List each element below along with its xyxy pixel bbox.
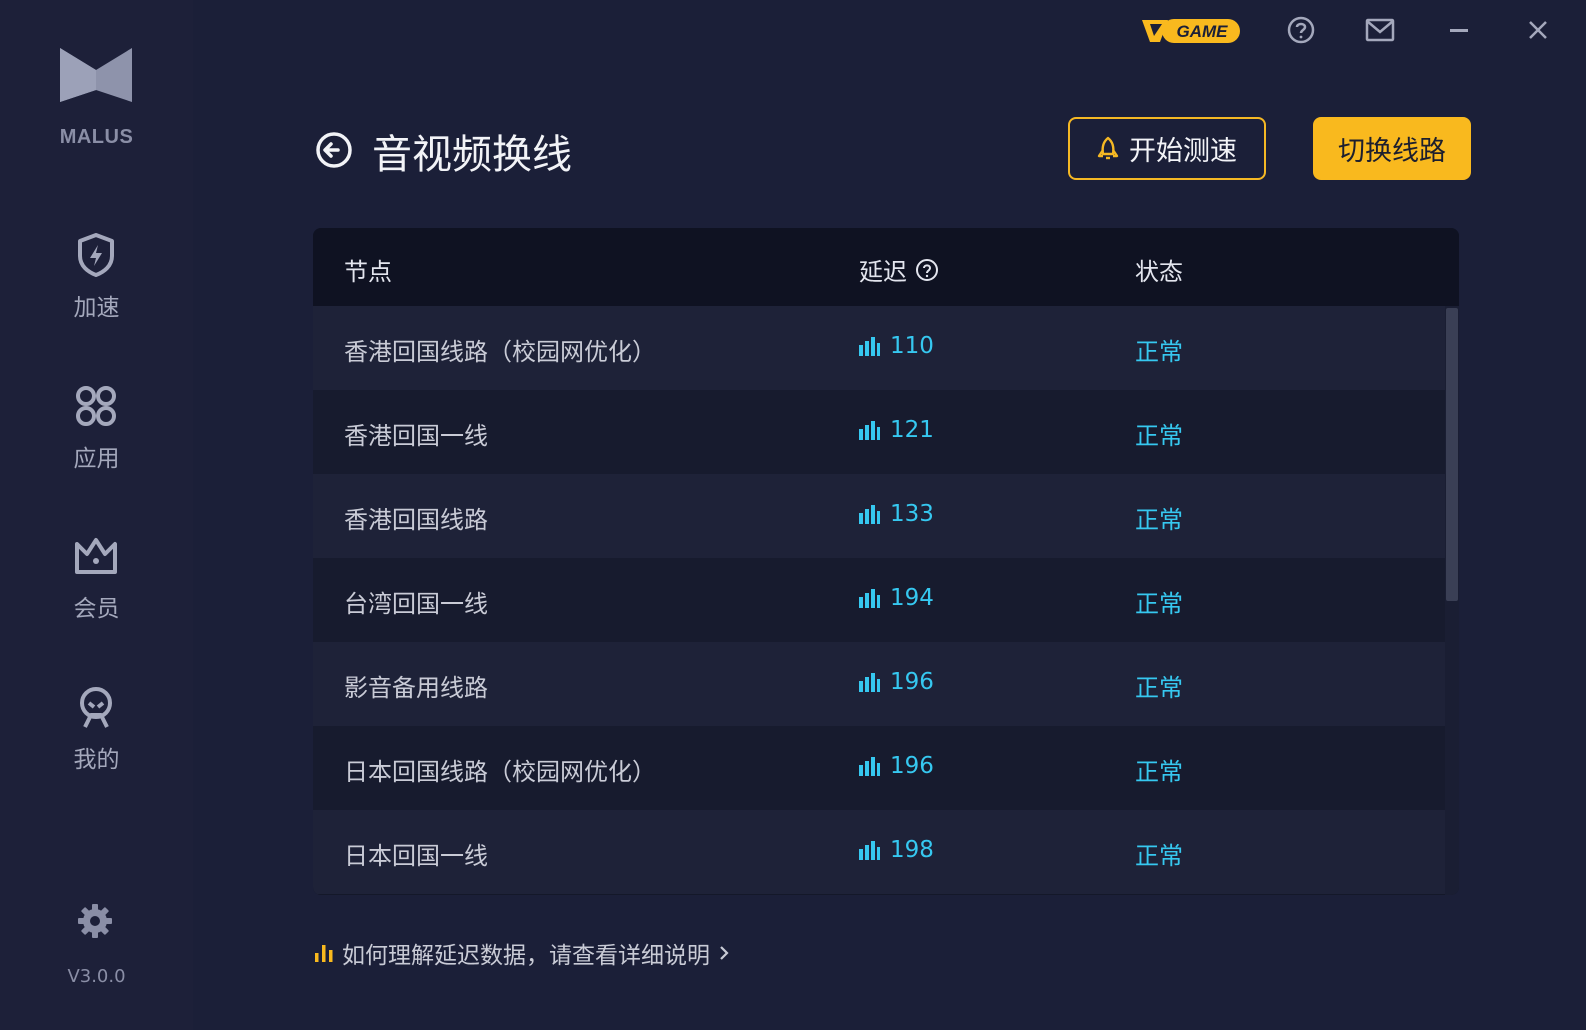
start-speed-test-label: 开始测速: [1129, 136, 1237, 167]
app-version: V3.0.0: [67, 966, 126, 987]
status-badge: 正常: [1135, 842, 1183, 870]
column-header-status: 状态: [1135, 258, 1183, 286]
latency-cell: 121: [858, 417, 934, 443]
latency-value: 133: [890, 501, 934, 527]
table-row[interactable]: 香港回国一线 121 正常: [313, 390, 1445, 474]
route-name: 香港回国线路: [344, 506, 488, 534]
table-row[interactable]: 香港回国线路（校园网优化） 110 正常: [313, 306, 1445, 390]
signal-bars-icon: [859, 589, 880, 608]
latency-value: 196: [890, 753, 934, 779]
latency-cell: 133: [858, 501, 934, 527]
back-arrow-icon[interactable]: [314, 130, 354, 170]
latency-value: 196: [890, 669, 934, 695]
bar-chart-icon: [315, 945, 333, 962]
latency-cell: 196: [858, 669, 934, 695]
route-name: 香港回国线路（校园网优化）: [344, 338, 656, 366]
route-table: 节点 延迟 状态 香港回国线路（校园网优化） 110 正常 香港回国一线 121 正常 香港…: [313, 228, 1459, 895]
chevron-right-icon: [720, 946, 729, 960]
profile-icon: [73, 684, 119, 730]
status-badge: 正常: [1135, 338, 1183, 366]
sidebar-item-apps[interactable]: 应用: [0, 383, 193, 483]
table-row[interactable]: 日本回国线路（校园网优化） 196 正常: [313, 726, 1445, 810]
sidebar-item-membership[interactable]: 会员: [0, 533, 193, 633]
apps-icon: [73, 383, 119, 429]
signal-bars-icon: [859, 421, 880, 440]
route-name: 台湾回国一线: [344, 590, 488, 618]
latency-value: 194: [890, 585, 934, 611]
sidebar-item-label: 我的: [73, 747, 120, 773]
page-title: 音视频换线: [372, 132, 572, 178]
signal-bars-icon: [859, 337, 880, 356]
start-speed-test-button[interactable]: 开始测速: [1068, 117, 1266, 180]
status-badge: 正常: [1135, 590, 1183, 618]
mail-icon[interactable]: [1364, 14, 1396, 46]
route-name: 香港回国一线: [344, 422, 488, 450]
sidebar-item-label: 应用: [73, 446, 120, 472]
table-row[interactable]: 日本回国一线 198 正常: [313, 810, 1445, 894]
shield-bolt-icon: [73, 232, 119, 278]
status-badge: 正常: [1135, 506, 1183, 534]
table-row[interactable]: 香港回国线路 133 正常: [313, 474, 1445, 558]
table-row[interactable]: 影音备用线路 196 正常: [313, 642, 1445, 726]
signal-bars-icon: [859, 505, 880, 524]
crown-icon: [73, 533, 119, 579]
minimize-icon[interactable]: [1443, 14, 1475, 46]
brand-name: MALUS: [59, 126, 134, 148]
table-header: 节点 延迟 状态: [313, 228, 1459, 306]
column-header-node: 节点: [344, 258, 392, 286]
route-name: 日本回国一线: [344, 842, 488, 870]
latency-cell: 196: [858, 753, 934, 779]
latency-value: 121: [890, 417, 934, 443]
status-badge: 正常: [1135, 422, 1183, 450]
column-header-latency-label: 延迟: [859, 258, 907, 286]
latency-cell: 198: [858, 837, 934, 863]
signal-bars-icon: [859, 673, 880, 692]
latency-cell: 194: [858, 585, 934, 611]
route-name: 日本回国线路（校园网优化）: [344, 758, 656, 786]
sidebar-item-label: 会员: [73, 596, 120, 622]
settings-gear-icon[interactable]: [76, 902, 114, 940]
sidebar-item-label: 加速: [73, 295, 120, 321]
latency-help-text: 如何理解延迟数据，请查看详细说明: [342, 943, 710, 969]
sidebar-item-accelerate[interactable]: 加速: [0, 232, 193, 332]
malus-logo: [60, 48, 132, 102]
signal-bars-icon: [859, 841, 880, 860]
latency-help-link[interactable]: 如何理解延迟数据，请查看详细说明: [314, 936, 730, 970]
help-icon[interactable]: [915, 258, 939, 282]
sidebar: MALUS 加速 应用 会员 我的 V3.0.0: [0, 0, 193, 1030]
switch-route-label: 切换线路: [1338, 136, 1446, 167]
signal-bars-icon: [859, 757, 880, 776]
rocket-icon: [1097, 136, 1119, 159]
scrollbar-thumb[interactable]: [1446, 308, 1458, 601]
latency-value: 110: [890, 333, 934, 359]
status-badge: 正常: [1135, 674, 1183, 702]
game-badge-label: GAME: [1177, 22, 1229, 41]
route-name: 影音备用线路: [344, 674, 488, 702]
sidebar-item-profile[interactable]: 我的: [0, 684, 193, 784]
status-badge: 正常: [1135, 758, 1183, 786]
close-icon[interactable]: [1522, 14, 1554, 46]
latency-cell: 110: [858, 333, 934, 359]
table-row[interactable]: 台湾回国一线 194 正常: [313, 558, 1445, 642]
latency-value: 198: [890, 837, 934, 863]
help-icon[interactable]: [1285, 14, 1317, 46]
column-header-latency: 延迟: [859, 252, 939, 287]
switch-route-button[interactable]: 切换线路: [1313, 117, 1471, 180]
game-badge[interactable]: GAME: [1140, 16, 1242, 46]
